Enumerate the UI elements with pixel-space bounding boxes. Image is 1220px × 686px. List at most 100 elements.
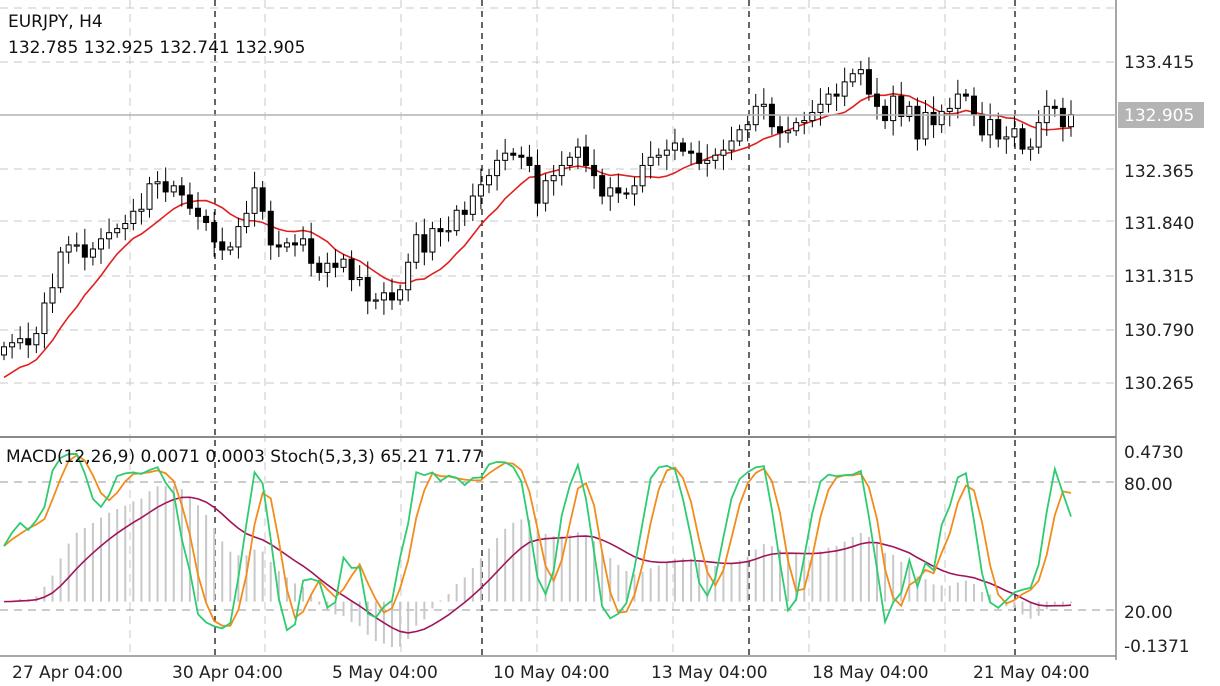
bull-candle — [849, 73, 856, 83]
bull-candle — [550, 175, 557, 182]
bull-candle — [736, 129, 743, 142]
bull-candle — [0, 346, 8, 356]
bear-candle — [898, 95, 905, 118]
bull-candle — [227, 246, 234, 251]
bear-candle — [1051, 105, 1058, 109]
bull-candle — [413, 234, 420, 263]
bear-candle — [510, 152, 517, 156]
bear-candle — [696, 152, 703, 164]
bear-candle — [599, 175, 606, 197]
bear-candle — [316, 262, 323, 273]
bull-candle — [760, 103, 767, 107]
bull-candle — [397, 289, 404, 301]
bull-candle — [793, 122, 800, 132]
x-tick-label: 10 May 04:00 — [493, 663, 610, 683]
bull-candle — [33, 333, 40, 346]
bull-candle — [890, 95, 897, 122]
y-tick-label: 133.415 — [1124, 53, 1194, 73]
bull-candle — [671, 142, 678, 151]
bull-candle — [89, 248, 96, 258]
bull-candle — [558, 164, 565, 177]
bull-candle — [146, 183, 153, 210]
bull-candle — [469, 195, 476, 215]
bull-candle — [809, 111, 816, 122]
bull-candle — [17, 338, 24, 344]
bull-candle — [542, 180, 549, 204]
bull-candle — [106, 232, 113, 240]
bear-candle — [291, 242, 299, 246]
bull-candle — [372, 299, 379, 302]
bear-candle — [25, 338, 32, 346]
bear-candle — [518, 154, 525, 158]
y-tick-label: 131.315 — [1124, 267, 1194, 287]
bull-candle — [655, 154, 662, 158]
bull-candle — [574, 146, 581, 158]
bear-candle — [962, 93, 969, 97]
bull-candle — [987, 119, 994, 136]
bull-candle — [445, 230, 452, 233]
ohlc-readout: 132.785 132.925 132.741 132.905 — [8, 38, 305, 58]
bear-candle — [526, 156, 533, 166]
y-tick-label: 130.265 — [1124, 374, 1194, 394]
bull-candle — [1027, 146, 1034, 150]
bull-candle — [138, 208, 145, 212]
bear-candle — [534, 164, 541, 204]
x-tick-label: 30 Apr 04:00 — [172, 663, 283, 683]
bull-candle — [607, 187, 614, 197]
bull-candle — [9, 342, 16, 348]
bull-candle — [429, 228, 436, 253]
time-axis[interactable]: 27 Apr 04:00 30 Apr 04:00 5 May 04:00 10… — [12, 663, 1090, 683]
bull-candle — [744, 124, 751, 131]
bull-candle — [712, 154, 719, 161]
bear-candle — [348, 258, 355, 281]
bull-candle — [922, 111, 929, 140]
chart-window[interactable]: 132.905 133.415 132.365 131.840 131.315 … — [0, 0, 1220, 686]
bull-candle — [857, 69, 864, 75]
bear-candle — [591, 164, 598, 177]
bull-candle — [243, 212, 250, 228]
bull-candle — [502, 152, 509, 161]
bull-candle — [97, 238, 105, 250]
bull-candle — [647, 156, 654, 166]
bear-candle — [364, 277, 371, 302]
bull-candle — [663, 149, 670, 156]
bear-candle — [979, 113, 986, 136]
bull-candle — [356, 277, 363, 281]
x-tick-label: 21 May 04:00 — [973, 663, 1090, 683]
bull-candle — [300, 238, 307, 246]
bull-candle — [817, 103, 824, 113]
bull-candle — [938, 110, 945, 126]
bull-candle — [41, 302, 48, 335]
bull-candle — [324, 262, 331, 273]
bear-candle — [582, 146, 590, 166]
indicator-header: MACD(12,26,9) 0.0071 0.0003 Stoch(5,3,3)… — [6, 447, 483, 467]
bull-candle — [114, 228, 121, 234]
bear-candle — [267, 210, 274, 246]
bull-candle — [1067, 113, 1075, 128]
bear-candle — [679, 142, 687, 152]
bear-candle — [219, 241, 226, 251]
bull-candle — [728, 140, 735, 151]
ind-tick-label: 20.00 — [1124, 603, 1173, 623]
bull-candle — [73, 244, 80, 247]
bull-candle — [946, 107, 953, 112]
bear-candle — [194, 207, 202, 217]
bull-candle — [720, 149, 727, 156]
bull-candle — [380, 292, 387, 301]
bear-candle — [1019, 128, 1026, 150]
bull-candle — [405, 261, 412, 291]
bull-candle — [1003, 136, 1010, 140]
bull-candle — [65, 244, 72, 253]
bear-candle — [162, 181, 169, 193]
bull-candle — [453, 209, 460, 232]
bull-candle — [801, 120, 808, 124]
ind-tick-label: -0.1371 — [1124, 637, 1190, 657]
bull-candle — [639, 164, 646, 187]
bear-candle — [275, 244, 282, 248]
bull-candle — [57, 251, 64, 289]
bull-candle — [251, 187, 258, 214]
bull-candle — [785, 130, 792, 134]
bull-candle — [494, 159, 501, 177]
bull-candle — [841, 81, 848, 97]
symbol-timeframe: EURJPY, H4 — [8, 12, 103, 32]
